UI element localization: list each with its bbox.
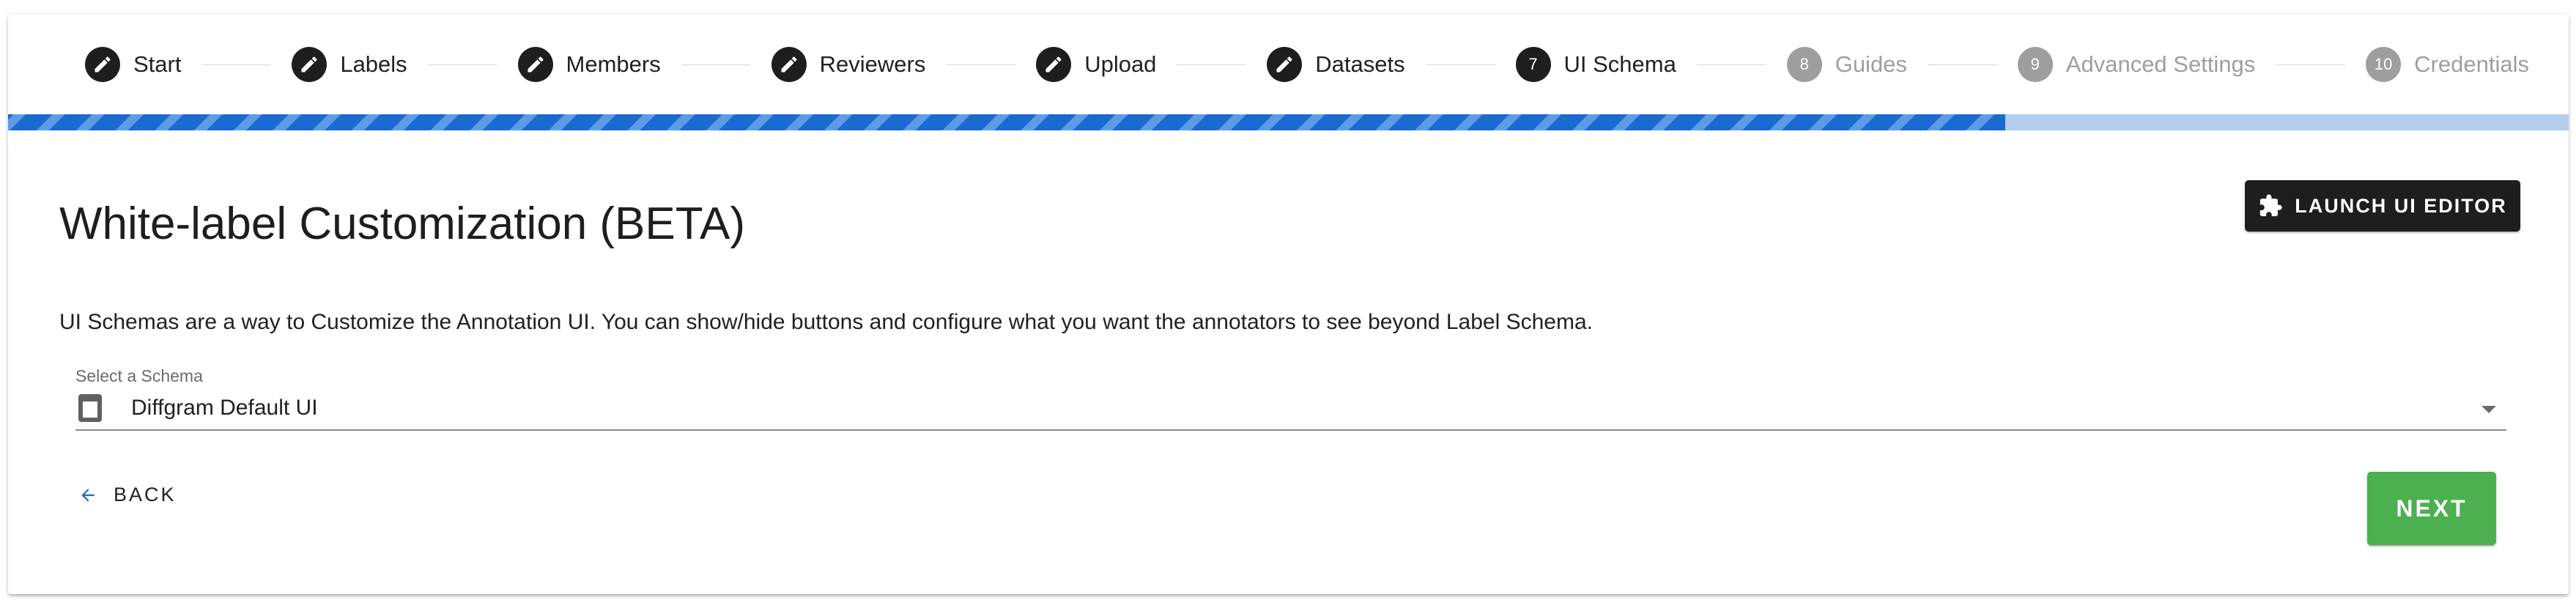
pencil-icon — [528, 56, 544, 73]
step-ui-schema[interactable]: 7 UI Schema — [1515, 47, 1676, 82]
puzzle-icon — [2260, 194, 2282, 217]
arrow-left-icon — [81, 488, 95, 502]
stepper-divider — [1927, 64, 1997, 65]
stepper-divider — [946, 64, 1016, 65]
wizard-card: Start Labels Members Reviewers Upload Dataset… — [8, 15, 2569, 594]
stepper-divider — [2276, 64, 2346, 65]
stepper: Start Labels Members Reviewers Upload Dataset… — [8, 15, 2569, 114]
pencil-icon — [1045, 56, 1062, 73]
stepper-divider — [1696, 64, 1766, 65]
stepper-divider — [1177, 64, 1247, 65]
step-number: 7 — [1515, 47, 1551, 82]
step-edit-icon — [85, 47, 120, 82]
caret-down-icon[interactable] — [2481, 406, 2496, 413]
step-label: Upload — [1084, 51, 1157, 77]
step-label: UI Schema — [1563, 51, 1676, 77]
step-label: Members — [566, 51, 661, 77]
pencil-icon — [1276, 56, 1292, 73]
step-label: Credentials — [2414, 51, 2529, 77]
step-labels[interactable]: Labels — [292, 47, 407, 82]
stepper-divider — [681, 64, 751, 65]
step-edit-icon — [1036, 47, 1072, 82]
schema-select-label: Select a Schema — [75, 366, 203, 385]
step-label: Datasets — [1315, 51, 1405, 77]
pencil-icon — [781, 56, 797, 73]
pencil-icon — [95, 56, 111, 73]
back-button[interactable]: BACK — [78, 484, 177, 506]
progress-bar — [8, 114, 2569, 130]
page-description: UI Schemas are a way to Customize the An… — [59, 310, 1593, 334]
step-guides[interactable]: 8 Guides — [1786, 47, 1907, 82]
pencil-icon — [301, 56, 317, 73]
step-edit-icon — [517, 47, 553, 82]
step-number: 8 — [1786, 47, 1822, 82]
step-label: Reviewers — [819, 51, 926, 77]
step-number: 9 — [2017, 47, 2053, 82]
step-start[interactable]: Start — [85, 47, 181, 82]
step-advanced-settings[interactable]: 9 Advanced Settings — [2017, 47, 2256, 82]
stepper-divider — [1425, 64, 1495, 65]
step-edit-icon — [292, 47, 327, 82]
schema-select-value: Diffgram Default UI — [131, 396, 318, 420]
step-label: Start — [133, 51, 182, 77]
schema-select[interactable]: Select a Schema Diffgram Default UI — [75, 365, 2506, 431]
step-label: Labels — [340, 51, 407, 77]
step-edit-icon — [1267, 47, 1303, 82]
next-button[interactable]: NEXT — [2367, 472, 2496, 545]
step-credentials[interactable]: 10 Credentials — [2366, 47, 2529, 82]
step-label: Guides — [1835, 51, 1907, 77]
step-number: 10 — [2366, 47, 2402, 82]
step-label: Advanced Settings — [2065, 51, 2256, 77]
window-icon — [78, 394, 102, 422]
step-reviewers[interactable]: Reviewers — [771, 47, 926, 82]
step-upload[interactable]: Upload — [1036, 47, 1156, 82]
back-label: BACK — [114, 484, 177, 506]
step-edit-icon — [771, 47, 807, 82]
stepper-divider — [427, 64, 497, 65]
step-members[interactable]: Members — [517, 47, 661, 82]
page-title: White-label Customization (BETA) — [59, 199, 746, 249]
step-datasets[interactable]: Datasets — [1267, 47, 1405, 82]
next-label: NEXT — [2396, 495, 2468, 522]
launch-ui-editor-label: LAUNCH UI EDITOR — [2295, 194, 2507, 217]
stepper-divider — [201, 64, 272, 65]
launch-ui-editor-button[interactable]: LAUNCH UI EDITOR — [2245, 180, 2520, 232]
progress-bar-fill — [8, 114, 2006, 130]
